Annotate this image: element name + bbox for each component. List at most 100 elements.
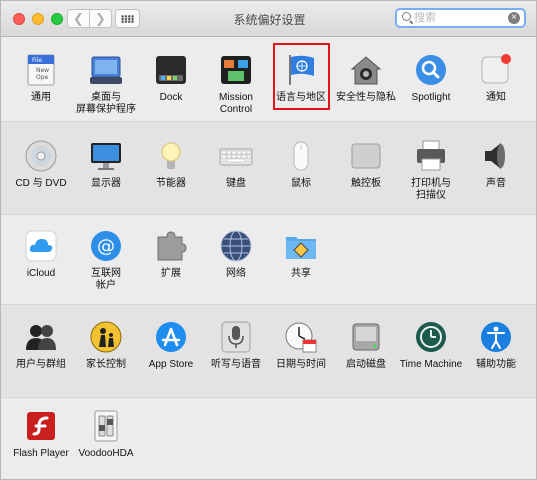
- pane-app-store[interactable]: App Store: [139, 320, 203, 371]
- dock-icon: [154, 53, 188, 87]
- pane-label: 扩展: [161, 268, 181, 279]
- search-input[interactable]: [414, 10, 504, 26]
- pane-network[interactable]: 网络: [204, 229, 268, 280]
- pane-energy-saver[interactable]: 节能器: [139, 139, 203, 190]
- pane-spotlight[interactable]: Spotlight: [399, 53, 463, 104]
- pane-general[interactable]: File New Ope 通用: [9, 53, 73, 104]
- mouse-icon: [284, 139, 318, 173]
- pane-label: 辅助功能: [476, 359, 516, 370]
- pane-desktop[interactable]: 桌面与 屏幕保护程序: [74, 53, 138, 116]
- pane-label: 显示器: [91, 178, 121, 189]
- house-icon: [349, 53, 383, 87]
- bulb-icon: [154, 139, 188, 173]
- puzzle-icon: [154, 229, 188, 263]
- pane-label: 鼠标: [291, 178, 311, 189]
- title-bar: ❮ ❯ 系统偏好设置 ×: [1, 1, 536, 37]
- pane-date-time[interactable]: 日期与时间: [269, 320, 333, 371]
- pane-label: 日期与时间: [276, 359, 326, 370]
- pane-label: 用户与群组: [16, 359, 66, 370]
- pane-label: 启动磁盘: [346, 359, 386, 370]
- pane-label: 共享: [291, 268, 311, 279]
- globe-icon: [219, 229, 253, 263]
- pane-extensions[interactable]: 扩展: [139, 229, 203, 280]
- users-icon: [24, 320, 58, 354]
- pane-displays[interactable]: 显示器: [74, 139, 138, 190]
- printer-icon: [414, 139, 448, 173]
- notification-icon: [479, 53, 513, 87]
- parental-icon: [89, 320, 123, 354]
- pane-mission-control[interactable]: Mission Control: [204, 53, 268, 116]
- pane-label: 互联网 帐户: [91, 268, 121, 291]
- pane-time-machine[interactable]: Time Machine: [399, 320, 463, 371]
- pane-accessibility[interactable]: 辅助功能: [464, 320, 528, 371]
- pane-dock[interactable]: Dock: [139, 53, 203, 104]
- microphone-icon: [219, 320, 253, 354]
- pane-label: iCloud: [26, 268, 56, 279]
- search-field[interactable]: ×: [395, 8, 526, 28]
- svg-text:Ope: Ope: [36, 74, 49, 81]
- pane-label: 通用: [31, 92, 51, 103]
- cloud-icon: [24, 229, 58, 263]
- trackpad-icon: [349, 139, 383, 173]
- pane-label: 打印机与 扫描仪: [411, 178, 451, 201]
- pane-label: 家长控制: [86, 359, 126, 370]
- pane-label: 声音: [486, 178, 506, 189]
- clear-search-icon[interactable]: ×: [508, 12, 520, 24]
- pane-cd-dvd[interactable]: CD 与 DVD: [9, 139, 73, 190]
- general-icon: File New Ope: [24, 53, 58, 87]
- pane-sound[interactable]: 声音: [464, 139, 528, 190]
- pane-label: 网络: [226, 268, 246, 279]
- pane-label: 通知: [486, 92, 506, 103]
- sharing-folder-icon: [284, 229, 318, 263]
- accessibility-icon: [479, 320, 513, 354]
- hard-disk-icon: [349, 320, 383, 354]
- pane-label: 键盘: [226, 178, 246, 189]
- pane-security-privacy[interactable]: 安全性与隐私: [334, 53, 398, 104]
- pane-dictation-speech[interactable]: 听写与语音: [204, 320, 268, 371]
- highlight-box: [273, 43, 330, 110]
- pane-notifications[interactable]: 通知: [464, 53, 528, 104]
- pane-label: 桌面与 屏幕保护程序: [76, 92, 136, 115]
- pane-printers-scanners[interactable]: 打印机与 扫描仪: [399, 139, 463, 202]
- pane-voodoohda[interactable]: VoodooHDA: [74, 409, 138, 460]
- pane-mouse[interactable]: 鼠标: [269, 139, 333, 190]
- keyboard-icon: [219, 139, 253, 173]
- pane-label: 节能器: [156, 178, 186, 189]
- at-icon: @: [89, 229, 123, 263]
- disc-icon: [24, 139, 58, 173]
- pane-label: 触控板: [351, 178, 381, 189]
- pane-label: Mission Control: [219, 92, 253, 115]
- switch-icon: [89, 409, 123, 443]
- pane-internet-accounts[interactable]: @ 互联网 帐户: [74, 229, 138, 292]
- search-icon: [402, 12, 411, 21]
- time-machine-icon: [414, 320, 448, 354]
- pane-label: Time Machine: [399, 359, 463, 370]
- pane-trackpad[interactable]: 触控板: [334, 139, 398, 190]
- pane-label: Dock: [159, 92, 183, 103]
- pane-label: VoodooHDA: [78, 448, 134, 459]
- pane-parental-controls[interactable]: 家长控制: [74, 320, 138, 371]
- pane-flash-player[interactable]: Flash Player: [9, 409, 73, 460]
- pane-icloud[interactable]: iCloud: [9, 229, 73, 280]
- svg-text:@: @: [97, 236, 115, 257]
- speaker-icon: [479, 139, 513, 173]
- pane-sharing[interactable]: 共享: [269, 229, 333, 280]
- flash-icon: [24, 409, 58, 443]
- pane-label: 听写与语音: [211, 359, 261, 370]
- pane-label: App Store: [148, 359, 194, 370]
- pane-label: 安全性与隐私: [336, 92, 396, 103]
- pane-startup-disk[interactable]: 启动磁盘: [334, 320, 398, 371]
- appstore-icon: [154, 320, 188, 354]
- pane-users-groups[interactable]: 用户与群组: [9, 320, 73, 371]
- display-icon: [89, 139, 123, 173]
- pane-keyboard[interactable]: 键盘: [204, 139, 268, 190]
- pane-label: CD 与 DVD: [15, 178, 67, 189]
- mission-control-icon: [219, 53, 253, 87]
- pane-label: Spotlight: [411, 92, 451, 103]
- magnifier-icon: [414, 53, 448, 87]
- svg-text:New: New: [36, 67, 49, 74]
- desktop-icon: [89, 53, 123, 87]
- clock-icon: [284, 320, 318, 354]
- system-preferences-window: ❮ ❯ 系统偏好设置 × File New Ope 通用: [0, 0, 537, 480]
- pane-label: Flash Player: [13, 448, 69, 459]
